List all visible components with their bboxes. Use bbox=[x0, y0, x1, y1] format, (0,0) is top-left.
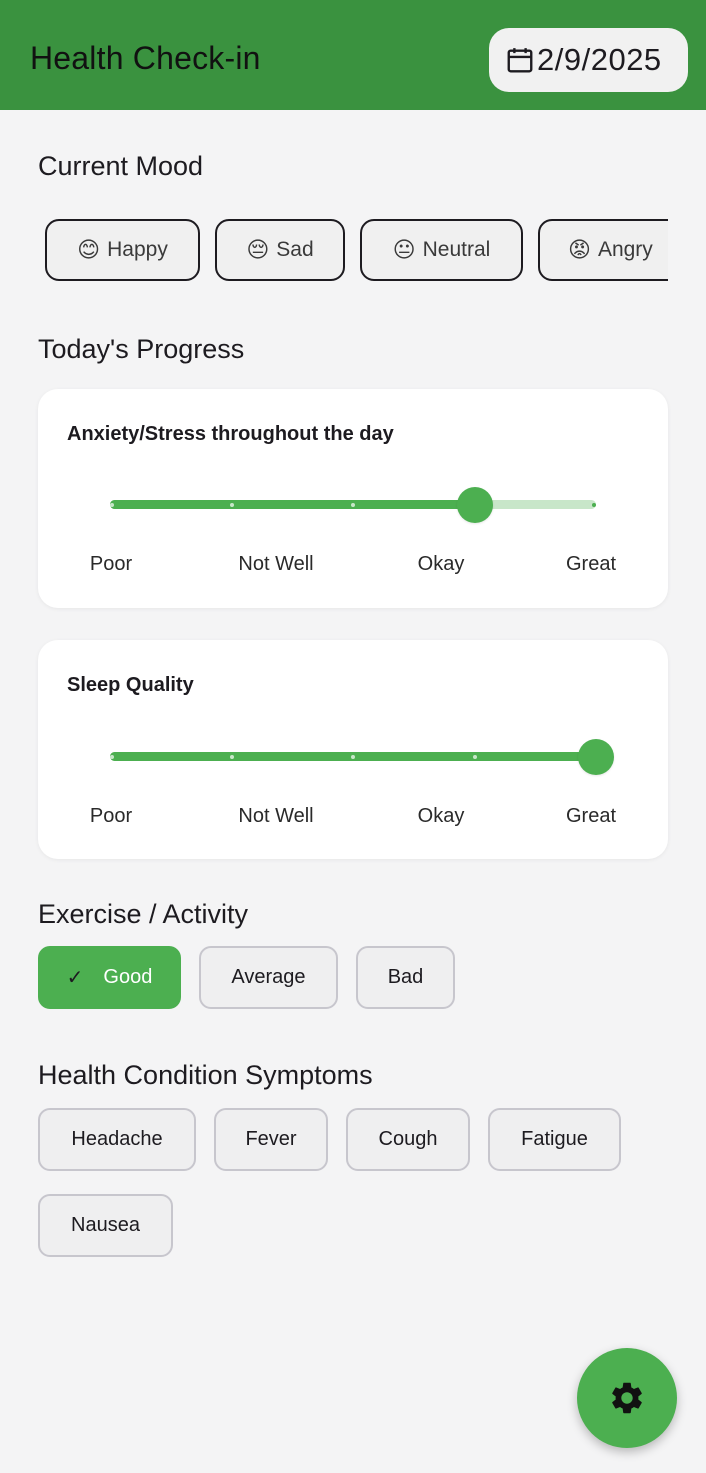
anxiety-slider-title: Anxiety/Stress throughout the day bbox=[67, 423, 394, 445]
chip-label: Fever bbox=[245, 1128, 297, 1150]
slider-label-not-well: Not Well bbox=[238, 805, 314, 827]
slider-label-poor: Poor bbox=[89, 553, 133, 575]
chip-label: Cough bbox=[378, 1128, 438, 1150]
mood-button-sad[interactable]: 😔 Sad bbox=[215, 219, 345, 281]
chip-label: Fatigue bbox=[521, 1128, 588, 1150]
exercise-chip-average[interactable]: Average bbox=[199, 946, 338, 1009]
slider-label-okay: Okay bbox=[417, 553, 465, 575]
anxiety-slider[interactable] bbox=[110, 487, 596, 523]
sleep-card: Sleep Quality Poor Not Well Okay Great bbox=[38, 640, 668, 859]
progress-section-title: Today's Progress bbox=[38, 334, 245, 364]
slider-thumb[interactable] bbox=[456, 487, 493, 523]
date-text: 2/9/2025 bbox=[537, 42, 662, 77]
slider-tick-mark bbox=[472, 755, 477, 759]
symptom-chip-fever[interactable]: Fever bbox=[214, 1108, 328, 1171]
symptom-chip-fatigue[interactable]: Fatigue bbox=[488, 1108, 621, 1171]
slider-thumb[interactable] bbox=[578, 739, 614, 775]
exercise-chip-good[interactable]: ✓ Good bbox=[38, 946, 181, 1009]
chip-label: Nausea bbox=[71, 1214, 140, 1236]
slider-tick-mark bbox=[592, 503, 596, 507]
mood-options-scroller[interactable]: 😊 Happy 😔 Sad 😐 Neutral 😡 Angry bbox=[38, 212, 668, 288]
sleep-slider-title: Sleep Quality bbox=[67, 674, 194, 696]
mood-button-neutral[interactable]: 😐 Neutral bbox=[360, 219, 523, 281]
gear-icon bbox=[612, 1382, 642, 1414]
mood-label: Happy bbox=[107, 238, 168, 261]
chip-label: Average bbox=[231, 966, 306, 988]
date-picker-button[interactable]: 2/9/2025 bbox=[489, 28, 688, 92]
slider-tick-mark bbox=[110, 755, 114, 759]
slider-tick-mark bbox=[351, 755, 355, 759]
symptom-chip-headache[interactable]: Headache bbox=[38, 1108, 196, 1171]
slider-label-not-well: Not Well bbox=[238, 553, 314, 575]
symptom-chip-nausea[interactable]: Nausea bbox=[38, 1194, 173, 1257]
slider-tick-mark bbox=[110, 503, 114, 507]
exercise-chip-bad[interactable]: Bad bbox=[356, 946, 455, 1009]
calendar-icon bbox=[507, 48, 533, 73]
sad-emoji-icon: 😔 bbox=[246, 237, 270, 262]
slider-label-okay: Okay bbox=[417, 805, 465, 827]
page-title: Health Check-in bbox=[30, 40, 261, 76]
settings-fab-button[interactable] bbox=[577, 1348, 677, 1448]
check-icon: ✓ bbox=[66, 967, 84, 989]
slider-label-great: Great bbox=[565, 805, 617, 827]
mood-label: Sad bbox=[276, 238, 314, 261]
mood-label: Neutral bbox=[422, 238, 491, 261]
mood-section-title: Current Mood bbox=[38, 151, 204, 181]
mood-button-angry[interactable]: 😡 Angry bbox=[538, 219, 668, 281]
slider-tick-mark bbox=[229, 503, 234, 507]
chip-label: Headache bbox=[71, 1128, 163, 1150]
exercise-section-title: Exercise / Activity bbox=[38, 899, 249, 929]
symptoms-section-title: Health Condition Symptoms bbox=[38, 1060, 373, 1090]
slider-label-poor: Poor bbox=[89, 805, 133, 827]
slider-label-great: Great bbox=[565, 553, 617, 575]
happy-emoji-icon: 😊 bbox=[77, 237, 101, 262]
app-bar: Health Check-in 2/9/2025 bbox=[0, 0, 706, 110]
slider-tick-mark bbox=[351, 503, 355, 507]
slider-active-track bbox=[110, 500, 475, 509]
chip-label: Bad bbox=[387, 966, 424, 988]
mood-label: Angry bbox=[597, 238, 653, 261]
sleep-slider[interactable] bbox=[110, 739, 614, 775]
symptom-chip-cough[interactable]: Cough bbox=[346, 1108, 470, 1171]
slider-tick-mark bbox=[229, 755, 234, 759]
neutral-emoji-icon: 😐 bbox=[392, 237, 416, 262]
mood-button-happy[interactable]: 😊 Happy bbox=[45, 219, 200, 281]
angry-emoji-icon: 😡 bbox=[568, 237, 591, 262]
anxiety-card: Anxiety/Stress throughout the day Poor N… bbox=[38, 389, 668, 608]
chip-label: Good bbox=[103, 966, 153, 988]
